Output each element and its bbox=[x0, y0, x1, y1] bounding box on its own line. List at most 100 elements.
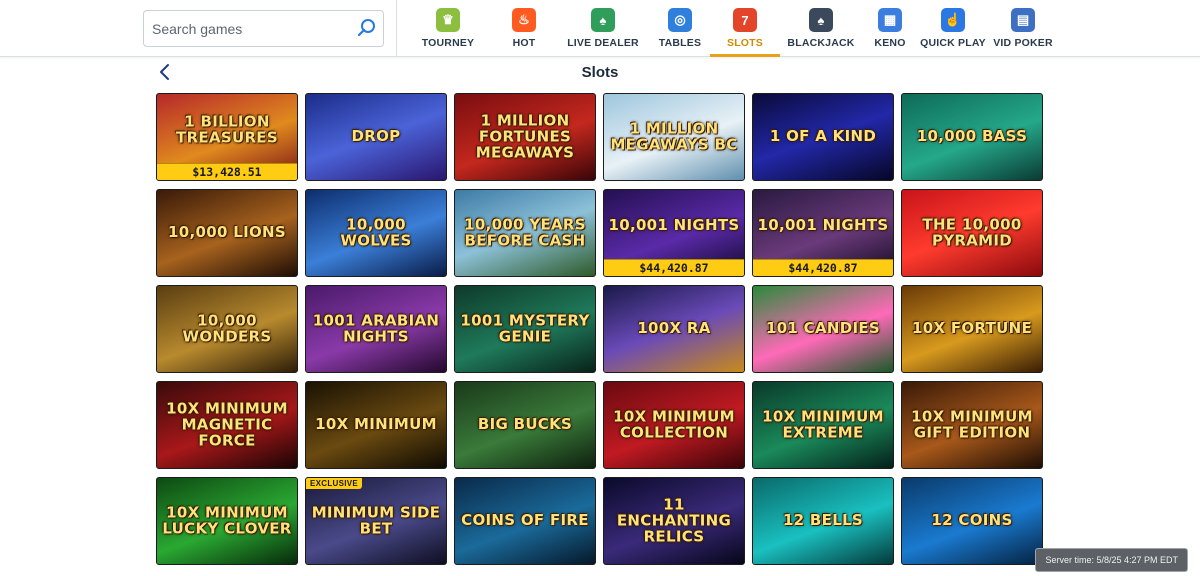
search-box[interactable] bbox=[143, 10, 384, 47]
nav-item-tourney[interactable]: ♛ TOURNEY bbox=[404, 0, 492, 56]
game-tile[interactable]: 10,000 Years Before Cash bbox=[454, 189, 596, 277]
trophy-icon: ♛ bbox=[436, 8, 460, 32]
game-tile[interactable]: 10x Minimum bbox=[305, 381, 447, 469]
game-tile[interactable]: 10,000 Bass bbox=[901, 93, 1043, 181]
game-tile[interactable]: 1 Million Fortunes Megaways bbox=[454, 93, 596, 181]
jackpot-amount: $13,428.51 bbox=[157, 163, 297, 180]
game-tile[interactable]: 11 Enchanting Relics bbox=[603, 477, 745, 565]
game-title: 10,000 Wonders bbox=[182, 311, 272, 345]
game-tile[interactable]: 1 Million Megaways BC bbox=[603, 93, 745, 181]
game-title: 10x Minimum Lucky Clover bbox=[162, 503, 292, 537]
top-bar: ♛ TOURNEY ♨ HOT ♠ LIVE DEALER ◎ TABLES 7 SLOTS ♠ BL… bbox=[0, 0, 1200, 57]
nav-item-hot[interactable]: ♨ HOT bbox=[492, 0, 556, 56]
server-time: Server time: 5/8/25 4:27 PM EDT bbox=[1035, 548, 1188, 572]
game-tile[interactable]: Big Bucks bbox=[454, 381, 596, 469]
nav-item-keno[interactable]: ▦ KENO bbox=[862, 0, 918, 56]
cards-icon: ♠ bbox=[809, 8, 833, 32]
video-poker-icon: ▤ bbox=[1011, 8, 1035, 32]
game-tile[interactable]: 10x Minimum Lucky Clover bbox=[156, 477, 298, 565]
game-tile[interactable]: 10x Minimum Collection bbox=[603, 381, 745, 469]
game-title: 10x Minimum Collection bbox=[613, 407, 735, 441]
game-title: Minimum Side Bet bbox=[311, 503, 441, 537]
game-tile[interactable]: Drop bbox=[305, 93, 447, 181]
nav-item-label: SLOTS bbox=[726, 37, 763, 49]
flame-icon: ♨ bbox=[512, 8, 536, 32]
game-title: 11 Enchanting Relics bbox=[616, 495, 732, 545]
nav-item-live-dealer[interactable]: ♠ LIVE DEALER bbox=[556, 0, 650, 56]
game-title: Big Bucks bbox=[477, 415, 573, 434]
game-title: 10x Fortune bbox=[911, 319, 1033, 338]
game-tile[interactable]: Minimum Side Bet EXCLUSIVE bbox=[305, 477, 447, 565]
game-tile[interactable]: 101 Candies bbox=[752, 285, 894, 373]
game-title: 101 Candies bbox=[765, 319, 881, 338]
nav-item-blackjack[interactable]: ♠ BLACKJACK bbox=[780, 0, 862, 56]
nav-item-label: TOURNEY bbox=[421, 37, 475, 49]
nav-item-tables[interactable]: ◎ TABLES bbox=[650, 0, 710, 56]
game-tile[interactable]: 12 Coins bbox=[901, 477, 1043, 565]
nav-item-label: QUICK PLAY bbox=[920, 37, 986, 49]
game-title: 1001 Arabian Nights bbox=[312, 311, 440, 345]
game-tile[interactable]: 1001 Arabian Nights bbox=[305, 285, 447, 373]
game-tile[interactable]: 10x Fortune bbox=[901, 285, 1043, 373]
game-title: 10x Minimum Magnetic Force bbox=[166, 399, 288, 449]
game-title: 10x Minimum bbox=[315, 415, 437, 434]
game-title: 10x Minimum Extreme bbox=[762, 407, 884, 441]
nav-item-label: VID POKER bbox=[993, 37, 1053, 49]
game-tile[interactable]: 1 of a Kind bbox=[752, 93, 894, 181]
game-tile[interactable]: 10,001 Nights $44,420.87 bbox=[752, 189, 894, 277]
game-title: Coins of Fire bbox=[461, 511, 589, 530]
game-title: 1001 Mystery Genie bbox=[460, 311, 590, 345]
game-title: 1 Billion Treasures bbox=[176, 112, 278, 147]
game-title: 1 Million Megaways BC bbox=[610, 119, 738, 153]
nav-item-quick-play[interactable]: ☝ QUICK PLAY bbox=[918, 0, 988, 56]
game-tile[interactable]: 12 Bells bbox=[752, 477, 894, 565]
quick-play-icon: ☝ bbox=[941, 8, 965, 32]
jackpot-amount: $44,420.87 bbox=[604, 259, 744, 276]
search-icon[interactable] bbox=[357, 18, 377, 38]
game-tile[interactable]: 1 Billion Treasures $13,428.51 bbox=[156, 93, 298, 181]
game-tile[interactable]: 10x Minimum Magnetic Force bbox=[156, 381, 298, 469]
nav-item-vid-poker[interactable]: ▤ VID POKER bbox=[988, 0, 1058, 56]
nav-item-label: KENO bbox=[874, 37, 906, 49]
game-title: 10,001 Nights bbox=[757, 216, 889, 235]
game-tile[interactable]: 10,001 Nights $44,420.87 bbox=[603, 189, 745, 277]
exclusive-badge: EXCLUSIVE bbox=[306, 478, 363, 489]
page-title: Slots bbox=[581, 64, 619, 81]
game-title: 10x Minimum Gift Edition bbox=[911, 407, 1033, 441]
game-title: 10,000 Bass bbox=[916, 127, 1028, 146]
category-nav: ♛ TOURNEY ♨ HOT ♠ LIVE DEALER ◎ TABLES 7 SLOTS ♠ BL… bbox=[404, 0, 1058, 57]
jackpot-amount: $44,420.87 bbox=[753, 259, 893, 276]
game-title: 100x Ra bbox=[637, 319, 711, 338]
game-tile[interactable]: 10x Minimum Gift Edition bbox=[901, 381, 1043, 469]
chips-icon: ◎ bbox=[668, 8, 692, 32]
nav-item-slots[interactable]: 7 SLOTS bbox=[710, 0, 780, 57]
game-title: 10,000 Years Before Cash bbox=[464, 215, 586, 249]
game-tile[interactable]: 10,000 Lions bbox=[156, 189, 298, 277]
game-title: 10,001 Nights bbox=[608, 216, 740, 235]
game-tile[interactable]: The 10,000 Pyramid bbox=[901, 189, 1043, 277]
game-tile[interactable]: Coins of Fire bbox=[454, 477, 596, 565]
game-title: 1 Million Fortunes Megaways bbox=[475, 111, 575, 161]
game-title: 12 Coins bbox=[931, 511, 1013, 530]
divider bbox=[396, 0, 397, 57]
search-input[interactable] bbox=[152, 11, 352, 46]
nav-item-label: TABLES bbox=[658, 37, 702, 49]
game-title: 1 of a Kind bbox=[769, 127, 877, 146]
game-tile[interactable]: 10,000 Wolves bbox=[305, 189, 447, 277]
nav-item-label: LIVE DEALER bbox=[567, 37, 639, 49]
game-title: The 10,000 Pyramid bbox=[922, 215, 1022, 249]
game-tile[interactable]: 10,000 Wonders bbox=[156, 285, 298, 373]
game-tile[interactable]: 100x Ra bbox=[603, 285, 745, 373]
game-title: Drop bbox=[351, 127, 401, 146]
game-tile[interactable]: 10x Minimum Extreme bbox=[752, 381, 894, 469]
slot-machine-icon: 7 bbox=[733, 8, 757, 32]
game-tile[interactable]: 1001 Mystery Genie bbox=[454, 285, 596, 373]
game-title: 12 Bells bbox=[782, 511, 864, 530]
game-grid: 1 Billion Treasures $13,428.51 Drop 1 Milli… bbox=[156, 93, 1046, 565]
keno-icon: ▦ bbox=[878, 8, 902, 32]
nav-item-label: HOT bbox=[512, 37, 536, 49]
game-title: 10,000 Lions bbox=[168, 223, 286, 242]
game-title: 10,000 Wolves bbox=[340, 215, 412, 249]
nav-item-label: BLACKJACK bbox=[787, 37, 855, 49]
live-dealer-icon: ♠ bbox=[591, 8, 615, 32]
